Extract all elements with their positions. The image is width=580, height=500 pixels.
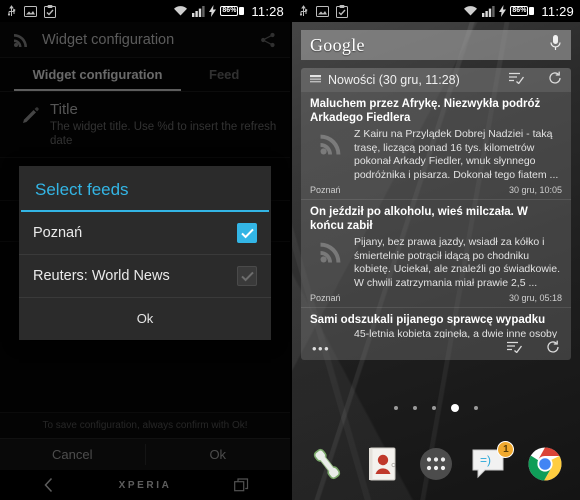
page-indicator (292, 404, 580, 412)
page-dot[interactable] (474, 406, 478, 410)
google-search-widget[interactable]: Google (301, 30, 571, 60)
battery-icon: 86% (510, 6, 535, 16)
widget-title: Nowości (30 gru, 11:28) (328, 73, 460, 87)
dialog-ok-button[interactable]: Ok (19, 298, 271, 340)
right-phone-screen: 86% 11:29 Google Nowości (30 gru, 11:28)… (292, 0, 580, 500)
mark-read-icon[interactable] (509, 71, 525, 89)
right-clock: 11:29 (541, 3, 574, 19)
news-title: On jeździł po alkoholu, wieś milczała. W… (310, 206, 528, 232)
wifi-icon (174, 6, 188, 16)
status-right-icons: 86% 11:28 (173, 4, 284, 19)
news-source: Poznań (310, 185, 341, 195)
usb-icon (7, 4, 16, 16)
page-dot-active[interactable] (451, 404, 459, 412)
page-dot[interactable] (413, 406, 417, 410)
svg-text:=): =) (480, 453, 491, 467)
list-icon[interactable] (310, 71, 321, 89)
news-item[interactable]: Maluchem przez Afrykę. Niezwykła podróż … (301, 92, 571, 200)
left-clock: 11:28 (251, 3, 284, 19)
news-meta: Poznań 30 gru, 10:05 (310, 185, 562, 195)
screenshot-icon (24, 5, 37, 17)
checkbox-checked-icon[interactable] (237, 223, 257, 243)
battery-level: 86% (512, 7, 527, 14)
clipboard-icon (336, 4, 348, 18)
page-dot[interactable] (432, 406, 436, 410)
page-dot[interactable] (394, 406, 398, 410)
dialog-item-poznan[interactable]: Poznań (19, 212, 271, 255)
checkbox-disabled-icon[interactable] (237, 266, 257, 286)
right-status-bar: 86% 11:29 (292, 0, 580, 22)
messaging-badge: 1 (497, 441, 515, 458)
messaging-icon[interactable]: =) 1 (469, 441, 515, 485)
dialog-item-reuters[interactable]: Reuters: World News (19, 255, 271, 298)
select-feeds-dialog: Select feeds Poznań Reuters: World News … (19, 166, 271, 340)
news-meta: Poznań 30 gru, 05:18 (310, 293, 562, 303)
news-description: Pijany, bez prawa jazdy, wsiadł za kółko… (354, 236, 561, 289)
news-widget: Nowości (30 gru, 11:28) Maluchem przez A… (301, 68, 571, 360)
news-time: 30 gru, 10:05 (508, 185, 562, 195)
home-screen: Google Nowości (30 gru, 11:28) Maluchem … (292, 22, 580, 500)
news-title: Maluchem przez Afrykę. Niezwykła podróż … (310, 98, 541, 124)
usb-icon (299, 4, 308, 16)
news-description: Z Kairu na Przylądek Dobrej Nadziei - ta… (354, 128, 559, 181)
home-dock: =) 1 (292, 428, 580, 500)
signal-icon (482, 5, 496, 17)
left-status-bar: 86% 11:28 (0, 0, 290, 22)
status-left-icons (6, 4, 56, 18)
status-right-icons: 86% 11:29 (463, 4, 574, 19)
widget-footer-actions (507, 340, 560, 359)
news-source: Poznań (310, 293, 341, 303)
rss-icon (310, 236, 354, 290)
dialog-title: Select feeds (35, 180, 129, 199)
screenshot-stage: 86% 11:28 Widget configuration Widget co… (0, 0, 580, 500)
charging-icon (499, 5, 507, 17)
phone-icon[interactable] (306, 443, 348, 485)
refresh-icon[interactable] (548, 71, 562, 90)
overflow-dots-icon[interactable]: ••• (312, 342, 330, 355)
contacts-icon[interactable] (361, 443, 403, 485)
mark-read-icon[interactable] (507, 340, 523, 358)
news-title: Sami odszukali pijanego sprawcę wypadku (310, 314, 546, 326)
widget-header-actions (509, 71, 562, 90)
news-time: 30 gru, 05:18 (508, 293, 562, 303)
signal-icon (192, 5, 206, 17)
news-item[interactable]: Sami odszukali pijanego sprawcę wypadku … (301, 308, 571, 338)
widget-header: Nowości (30 gru, 11:28) (301, 68, 571, 92)
status-left-icons (298, 4, 348, 18)
dialog-item-label: Reuters: World News (33, 268, 170, 284)
widget-footer: ••• (301, 338, 571, 360)
wifi-icon (464, 6, 478, 16)
news-item[interactable]: On jeździł po alkoholu, wieś milczała. W… (301, 200, 571, 308)
dialog-item-label: Poznań (33, 225, 83, 241)
rss-icon (310, 128, 354, 182)
clipboard-icon (44, 4, 56, 18)
left-phone-screen: 86% 11:28 Widget configuration Widget co… (0, 0, 290, 500)
battery-level: 86% (222, 7, 237, 14)
news-description: 45-letnia kobieta zginęła, a dwie inne o… (354, 327, 558, 339)
charging-icon (209, 5, 217, 17)
battery-icon: 86% (220, 6, 245, 16)
app-drawer-icon[interactable] (415, 443, 457, 485)
refresh-icon[interactable] (546, 340, 560, 359)
microphone-icon[interactable] (549, 34, 562, 57)
screenshot-icon (316, 5, 329, 17)
chrome-icon[interactable] (524, 443, 566, 485)
google-logo: Google (310, 34, 365, 55)
